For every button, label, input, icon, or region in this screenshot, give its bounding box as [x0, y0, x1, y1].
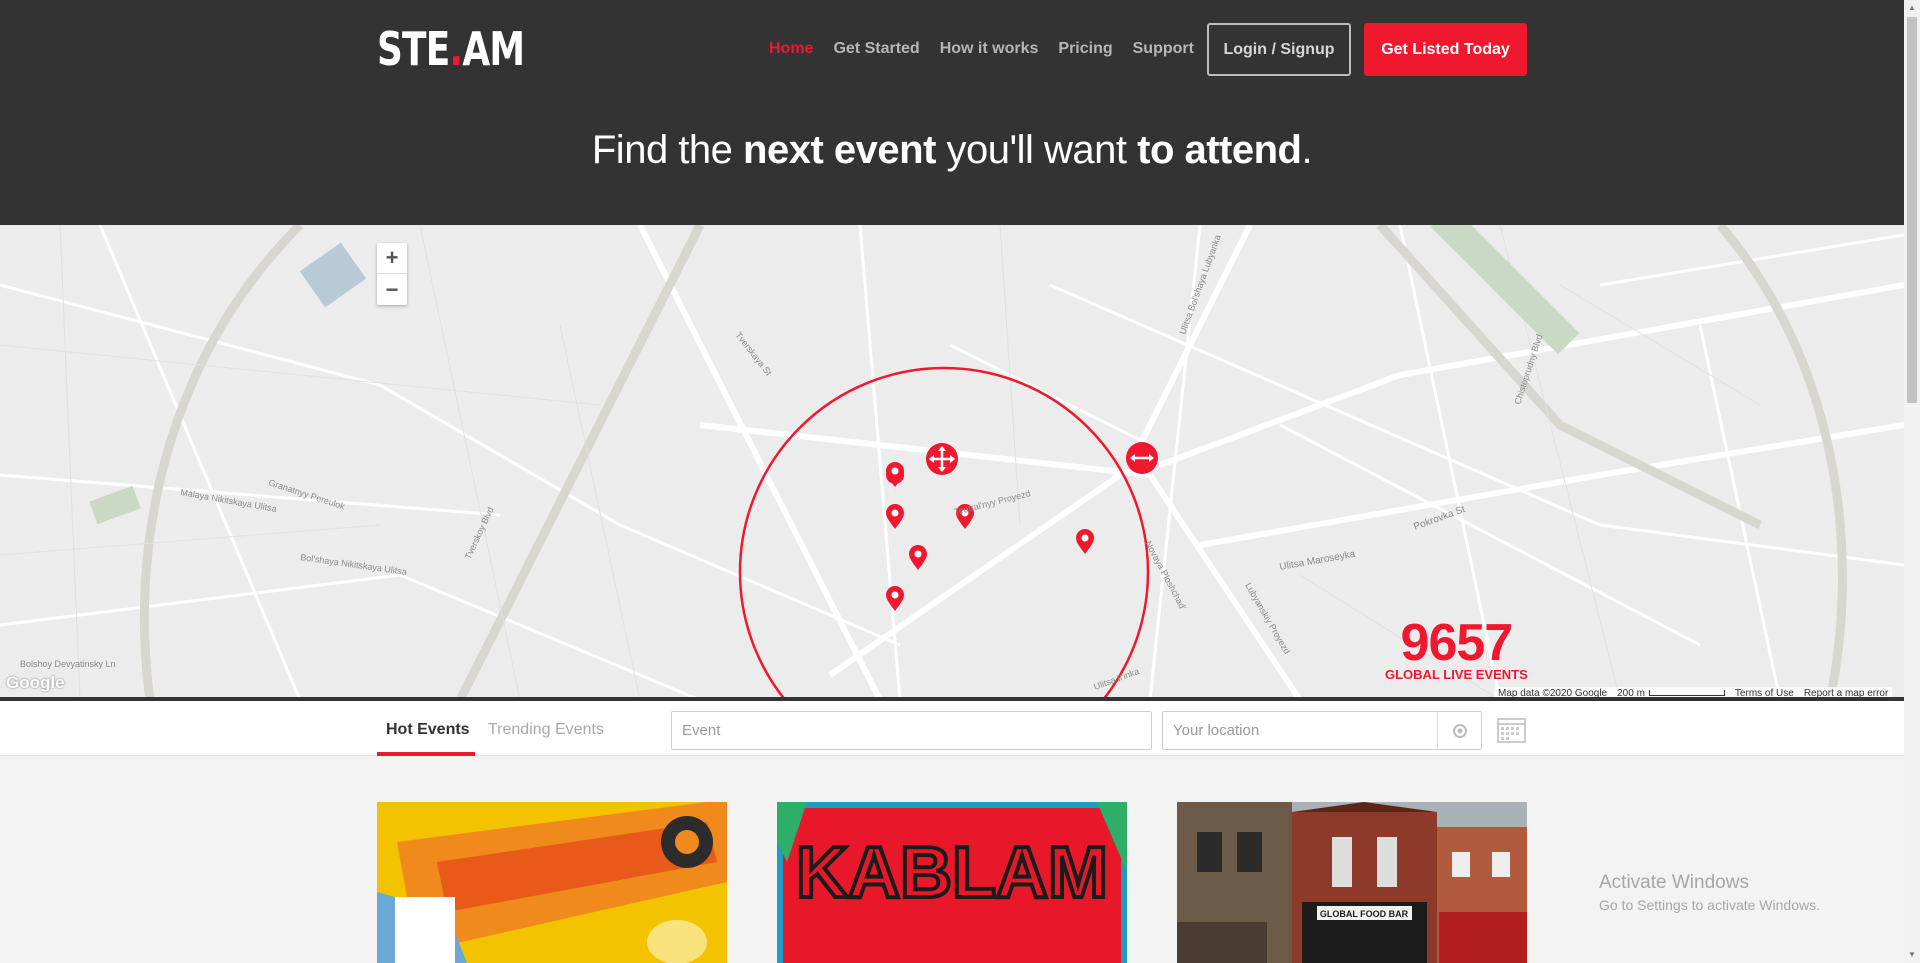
event-marker-icon[interactable] [1076, 529, 1094, 554]
global-events-counter: 9657 GLOBAL LIVE EVENTS [1385, 617, 1528, 682]
events-count-label: GLOBAL LIVE EVENTS [1385, 667, 1528, 682]
zoom-in-button[interactable]: + [377, 243, 407, 274]
scrollbar-thumb[interactable] [1907, 17, 1917, 403]
nav-how-it-works[interactable]: How it works [940, 40, 1039, 58]
nav-pricing[interactable]: Pricing [1058, 40, 1112, 58]
event-search-bar: Hot Events Trending Events Event Your lo… [0, 701, 1904, 756]
tab-trending-events[interactable]: Trending Events [488, 721, 604, 739]
location-input[interactable]: Your location [1162, 711, 1482, 750]
street-label: Chistoprudny Blvd [1512, 333, 1544, 406]
nav-home[interactable]: Home [769, 40, 813, 58]
windows-activation-subtitle: Go to Settings to activate Windows. [1599, 897, 1820, 913]
street-label: Ulitsa Maroseyka [1279, 549, 1357, 573]
street-label: Lubyanskiy Proyezd [1243, 581, 1292, 656]
map-zoom-control: + − [377, 243, 407, 305]
scroll-down-arrow-icon[interactable]: ▼ [1904, 947, 1920, 963]
event-map[interactable]: Tverskaya St Teatral'nyy Proyezd Ulitsa … [0, 225, 1904, 700]
street-label: Tverskoy Blvd [463, 505, 496, 560]
event-marker-icon[interactable] [909, 545, 927, 570]
page: STE.AM Home Get Started How it works Pri… [0, 0, 1904, 963]
calendar-icon[interactable] [1497, 716, 1526, 743]
street-label: Novaya Ploshchad' [1143, 539, 1188, 612]
event-marker-icon[interactable] [886, 586, 904, 611]
active-tab-indicator [377, 752, 475, 756]
tab-hot-events[interactable]: Hot Events [386, 721, 470, 739]
street-label: Bolshoy Devyatinsky Ln [20, 659, 116, 669]
street-label: Teatral'nyy Proyezd [953, 488, 1031, 517]
page-scrollbar[interactable]: ▲ ▼ [1904, 0, 1920, 963]
nav-support[interactable]: Support [1133, 40, 1194, 58]
event-search-input[interactable]: Event [671, 711, 1152, 750]
street-label: Tverskaya St [733, 330, 774, 378]
site-header: STE.AM Home Get Started How it works Pri… [0, 0, 1904, 225]
login-signup-button[interactable]: Login / Signup [1207, 23, 1351, 76]
event-card-2[interactable]: KABLAM [777, 802, 1127, 963]
street-label: Pokrovka St [1412, 504, 1467, 533]
hero-headline: Find the next event you'll want to atten… [591, 128, 1313, 172]
street-label: Bol'shaya Nikitskaya Ulitsa [300, 552, 408, 577]
zoom-out-button[interactable]: − [377, 274, 407, 305]
card-3-sign-text: GLOBAL FOOD BAR [1320, 909, 1409, 919]
street-label: Malaya Nikitskaya Ulitsa [180, 487, 278, 514]
event-marker-icon[interactable] [886, 462, 904, 487]
street-label: Granatnyy Pereulok [267, 477, 346, 511]
get-listed-button[interactable]: Get Listed Today [1364, 23, 1527, 76]
main-nav: Home Get Started How it works Pricing Su… [769, 40, 1194, 58]
google-logo[interactable]: Google [6, 673, 65, 693]
event-marker-icon[interactable] [886, 504, 904, 529]
nav-get-started[interactable]: Get Started [833, 40, 919, 58]
scroll-up-arrow-icon[interactable]: ▲ [1904, 0, 1920, 16]
events-count-number: 9657 [1400, 614, 1514, 672]
event-card-1[interactable] [377, 802, 727, 963]
site-logo[interactable]: STE.AM [377, 22, 525, 76]
card-2-artwork-text: KABLAM [796, 833, 1108, 913]
street-label: Ulitsa Il'inka [1092, 666, 1140, 692]
windows-activation-title: Activate Windows [1599, 872, 1749, 893]
locate-me-icon[interactable] [1437, 711, 1482, 750]
street-label: Ulitsa Bol'shaya Lubyanka [1177, 233, 1222, 335]
event-card-3[interactable]: GLOBAL FOOD BAR [1177, 802, 1527, 963]
